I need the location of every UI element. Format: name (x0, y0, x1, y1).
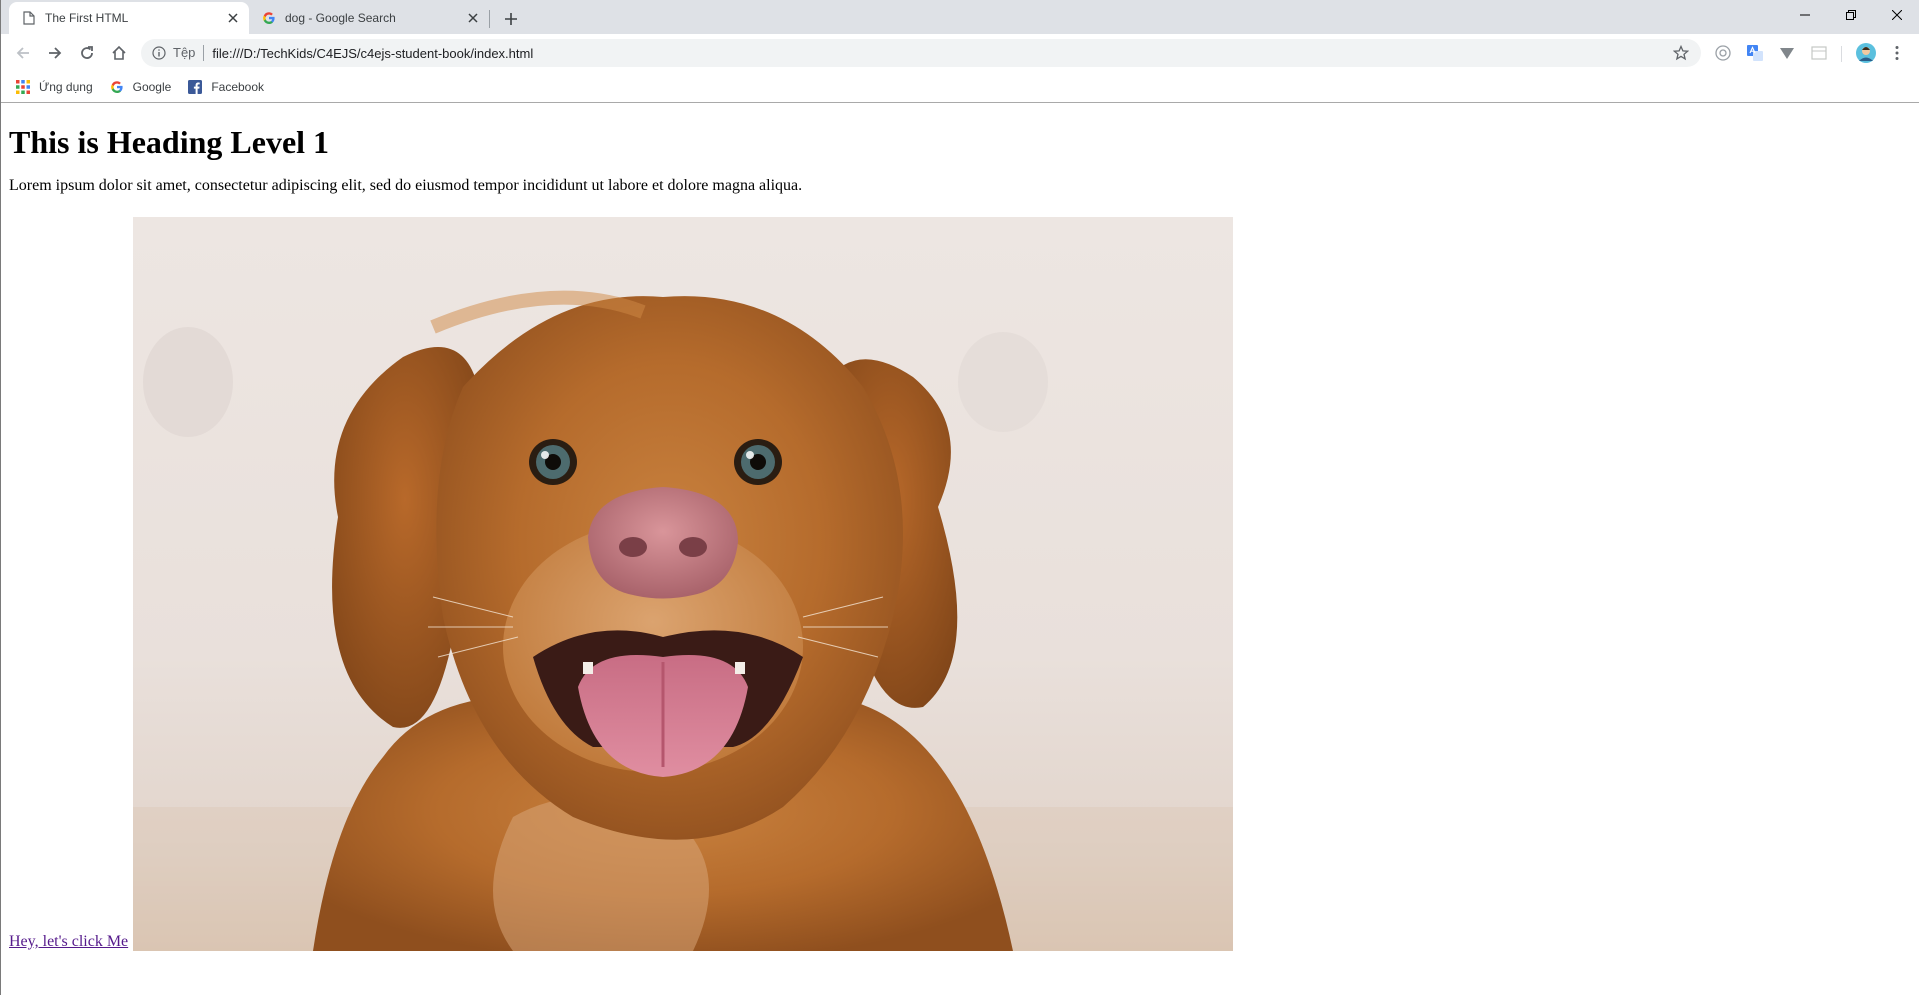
browser-toolbar: Tệp file:///D:/TechKids/C4EJS/c4ejs-stud… (1, 34, 1919, 72)
restore-button[interactable] (1828, 0, 1874, 30)
bookmark-label: Ứng dụng (39, 80, 93, 94)
address-bar[interactable]: Tệp file:///D:/TechKids/C4EJS/c4ejs-stud… (141, 39, 1701, 67)
privacy-extension-icon[interactable] (1713, 43, 1733, 63)
forward-button[interactable] (41, 39, 69, 67)
browser-window: The First HTML dog - Google Search Tệp f… (0, 0, 1919, 995)
minimize-button[interactable] (1782, 0, 1828, 30)
bookmark-label: Facebook (211, 80, 265, 94)
url-text[interactable]: file:///D:/TechKids/C4EJS/c4ejs-student-… (204, 46, 1671, 61)
click-me-link[interactable]: Hey, let's click Me (9, 933, 128, 951)
bookmarks-bar: Ứng dụng Google Facebook (1, 72, 1919, 103)
star-icon[interactable] (1671, 43, 1691, 63)
page-heading: This is Heading Level 1 (9, 124, 330, 160)
info-icon[interactable] (151, 45, 167, 61)
close-icon (1892, 10, 1902, 20)
kebab-menu-icon[interactable] (1887, 43, 1907, 63)
dog-photo (133, 217, 1233, 951)
new-tab-button[interactable] (499, 7, 523, 31)
home-icon (112, 45, 126, 60)
tab-title: The First HTML (45, 11, 129, 25)
minimize-icon (1800, 14, 1810, 16)
forward-arrow-icon (49, 47, 62, 59)
bookmark-apps[interactable]: Ứng dụng (15, 79, 93, 95)
home-button[interactable] (105, 39, 133, 67)
window-controls (1782, 0, 1919, 30)
blank-extension-icon[interactable] (1809, 43, 1829, 63)
bookmark-google[interactable]: Google (109, 79, 172, 95)
tab-the-first-html[interactable]: The First HTML (9, 2, 249, 34)
apps-grid-icon (15, 79, 31, 95)
toolbar-separator (1841, 46, 1842, 62)
security-chip[interactable]: Tệp (173, 45, 205, 61)
tab-separator (489, 10, 490, 28)
reload-button[interactable] (73, 39, 101, 67)
close-icon[interactable] (225, 10, 241, 26)
tab-strip: The First HTML dog - Google Search (1, 0, 1919, 34)
page-icon (21, 10, 37, 26)
back-arrow-icon (16, 47, 29, 59)
google-g-icon (109, 79, 125, 95)
tab-title: dog - Google Search (285, 11, 396, 25)
bookmark-label: Google (132, 80, 172, 94)
close-icon[interactable] (465, 10, 481, 26)
translate-extension-icon[interactable] (1745, 43, 1765, 63)
tab-dog-google-search[interactable]: dog - Google Search (249, 2, 489, 34)
back-button[interactable] (9, 39, 37, 67)
facebook-icon (187, 79, 203, 95)
bookmark-facebook[interactable]: Facebook (187, 79, 264, 95)
link-image-row: Hey, let's click Me (9, 217, 1309, 951)
avatar[interactable] (1856, 43, 1876, 63)
vee-extension-icon[interactable] (1777, 43, 1797, 63)
reload-icon (81, 46, 93, 59)
lorem-paragraph: Lorem ipsum dolor sit amet, consectetur … (9, 177, 803, 194)
google-g-icon (261, 10, 277, 26)
close-window-button[interactable] (1874, 0, 1919, 30)
restore-icon (1846, 10, 1856, 20)
plus-icon (505, 13, 517, 25)
page-content: This is Heading Level 1 Lorem ipsum dolo… (9, 103, 1909, 951)
